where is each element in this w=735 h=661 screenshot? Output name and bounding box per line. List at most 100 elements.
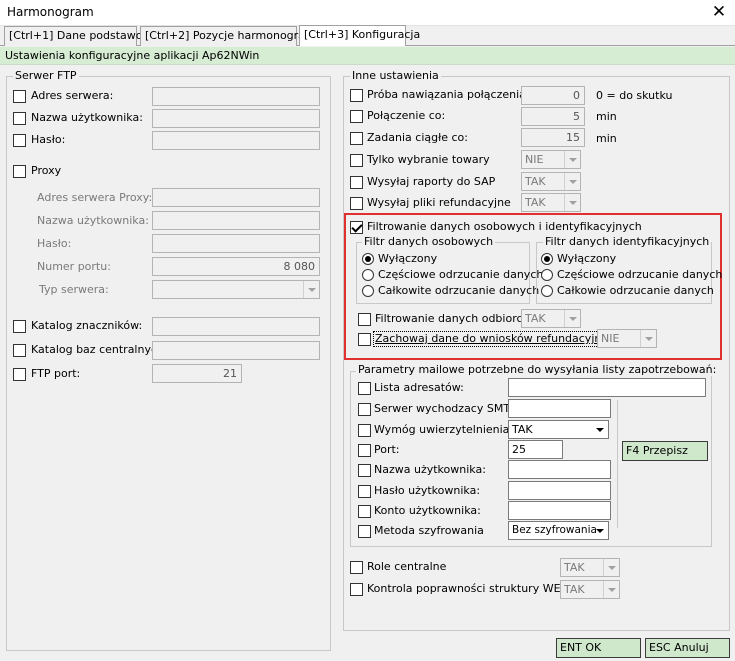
kontrola-checkbox[interactable] [350, 583, 363, 596]
mail-enc-label: Metoda szyfrowania [374, 524, 484, 537]
ident-radio-full[interactable] [541, 285, 553, 297]
proxy-port-input[interactable]: 8 080 [152, 257, 320, 276]
mail-lista-input[interactable] [508, 378, 706, 397]
cancel-button[interactable]: ESC Anuluj [645, 638, 730, 658]
ok-button[interactable]: ENT OK [556, 638, 641, 658]
mail-enc-checkbox[interactable] [358, 525, 371, 538]
personal-filter-label: Filtr danych osobowych [362, 235, 496, 248]
raporty-checkbox[interactable] [350, 176, 363, 189]
ftp-group-label: Serwer FTP [13, 69, 79, 82]
proxy-type-label: Typ serwera: [39, 283, 109, 296]
zadania-checkbox[interactable] [350, 132, 363, 145]
polaczenie-label: Połączenie co: [367, 109, 446, 122]
personal-radio-off[interactable] [362, 253, 374, 265]
mail-auth-select[interactable]: TAK [508, 420, 609, 439]
ftp-adres-input[interactable] [152, 87, 320, 106]
mail-port-input[interactable]: 25 [508, 440, 563, 459]
odbiorcow-select[interactable]: TAK [521, 309, 581, 328]
polaczenie-input[interactable]: 5 [521, 107, 585, 126]
config-header: Ustawienia konfiguracyjne aplikacji Ap62… [0, 47, 735, 65]
proxy-label: Proxy [31, 164, 62, 177]
kontrola-label: Kontrola poprawności struktury WERTB [367, 582, 582, 595]
proxy-adres-label: Adres serwera Proxy: [37, 191, 153, 204]
pliki-label: Wysyłaj pliki refundacyjne [367, 196, 511, 209]
ftp-port-input[interactable]: 21 [152, 364, 242, 383]
proxy-adres-input[interactable] [152, 188, 320, 207]
tab-konfiguracja[interactable]: [Ctrl+3] Konfiguracja [299, 25, 420, 46]
ftp-user-checkbox[interactable] [13, 112, 26, 125]
tab-dane-podstawowe[interactable]: [Ctrl+1] Dane podstawowe [4, 26, 158, 46]
zadania-input[interactable]: 15 [521, 128, 585, 147]
ftp-pass-input[interactable] [152, 131, 320, 150]
mail-lista-checkbox[interactable] [358, 382, 371, 395]
proba-checkbox[interactable] [350, 89, 363, 102]
mail-pass-input[interactable] [508, 481, 611, 500]
odbiorcow-checkbox[interactable] [358, 313, 371, 326]
filter-main-checkbox[interactable] [350, 221, 363, 234]
tylko-checkbox[interactable] [350, 154, 363, 167]
proba-unit: 0 = do skutku [596, 89, 673, 102]
zadania-label: Zadania ciągłe co: [367, 131, 468, 144]
katalog-znacznikow-checkbox[interactable] [13, 320, 26, 333]
kontrola-select[interactable]: TAK [560, 580, 620, 599]
zachowaj-value: NIE [601, 332, 620, 345]
ident-radio-off[interactable] [541, 253, 553, 265]
pliki-select[interactable]: TAK [521, 193, 581, 212]
ident-radio-partial[interactable] [541, 269, 553, 281]
odbiorcow-label: Filtrowanie danych odbiorców [375, 312, 539, 325]
mail-auth-label: Wymóg uwierzytelnienia: [374, 423, 514, 436]
proba-input[interactable]: 0 [521, 86, 585, 105]
ftp-pass-checkbox[interactable] [13, 134, 26, 147]
tylko-value: NIE [525, 153, 544, 166]
chevron-down-icon [303, 281, 319, 298]
ident-radio-full-label: Całkowie odrzucanie danych [557, 284, 714, 297]
personal-radio-partial[interactable] [362, 269, 374, 281]
proxy-pass-input[interactable] [152, 234, 320, 253]
polaczenie-checkbox[interactable] [350, 110, 363, 123]
proxy-user-input[interactable] [152, 211, 320, 230]
katalog-znacznikow-input[interactable] [152, 317, 320, 336]
odbiorcow-value: TAK [525, 312, 546, 325]
ident-radio-off-label: Wyłączony [557, 252, 617, 265]
katalog-baz-checkbox[interactable] [13, 344, 26, 357]
mail-account-input[interactable] [508, 501, 611, 520]
ftp-port-label: FTP port: [31, 367, 81, 380]
mail-pass-checkbox[interactable] [358, 485, 371, 498]
zadania-unit: min [596, 132, 617, 145]
mail-user-input[interactable] [508, 460, 611, 479]
ident-radio-partial-label: Częściowe odrzucanie danych [557, 268, 723, 281]
mail-smtp-input[interactable] [508, 399, 611, 418]
tylko-select[interactable]: NIE [521, 150, 581, 169]
chevron-down-icon [592, 522, 608, 539]
other-group-label: Inne ustawienia [350, 69, 441, 82]
raporty-select[interactable]: TAK [521, 172, 581, 191]
proxy-type-select[interactable] [152, 280, 320, 299]
personal-radio-partial-label: Częściowe odrzucanie danych [378, 268, 544, 281]
mail-user-checkbox[interactable] [358, 464, 371, 477]
role-select[interactable]: TAK [560, 558, 620, 577]
role-checkbox[interactable] [350, 561, 363, 574]
personal-radio-full[interactable] [362, 285, 374, 297]
mail-auth-checkbox[interactable] [358, 424, 371, 437]
ftp-adres-label: Adres serwera: [31, 89, 114, 102]
pliki-checkbox[interactable] [350, 197, 363, 210]
ftp-port-checkbox[interactable] [13, 368, 26, 381]
proxy-checkbox[interactable] [13, 165, 26, 178]
katalog-znacznikow-label: Katalog znaczników: [31, 319, 143, 332]
przepisz-button[interactable]: F4 Przepisz [622, 441, 708, 461]
mail-auth-value: TAK [512, 423, 533, 436]
katalog-baz-input[interactable] [152, 341, 320, 360]
mail-enc-select[interactable]: Bez szyfrowania [508, 521, 609, 540]
zachowaj-select[interactable]: NIE [597, 329, 657, 348]
mail-port-checkbox[interactable] [358, 444, 371, 457]
kontrola-value: TAK [564, 583, 585, 596]
mail-account-checkbox[interactable] [358, 505, 371, 518]
mail-group-label: Parametry mailowe potrzebne do wysyłania… [356, 363, 719, 376]
close-icon[interactable]: ✕ [709, 2, 729, 22]
ftp-user-input[interactable] [152, 109, 320, 128]
zachowaj-checkbox[interactable] [358, 333, 371, 346]
mail-smtp-checkbox[interactable] [358, 403, 371, 416]
ftp-adres-checkbox[interactable] [13, 90, 26, 103]
chevron-down-icon [564, 194, 580, 211]
tab-pozycje-harmonogramu[interactable]: [Ctrl+2] Pozycje harmonogramu [140, 26, 323, 46]
